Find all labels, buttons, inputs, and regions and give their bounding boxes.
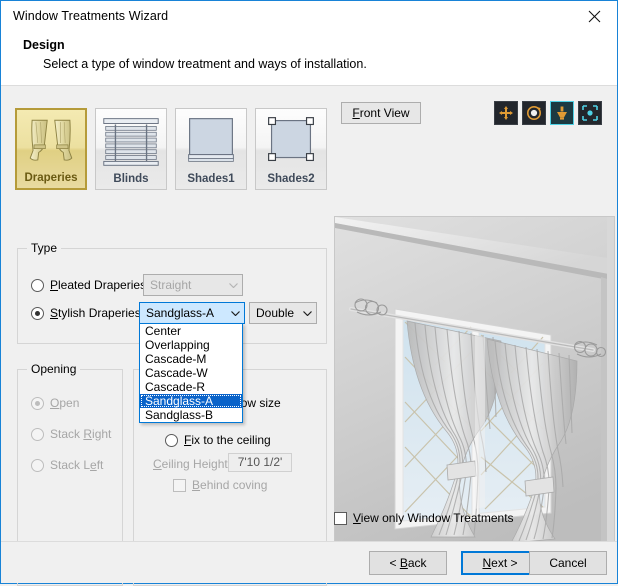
radio-fix-ceiling-label-rest: ix to the ceiling (191, 433, 271, 447)
wizard-window: Window Treatments Wizard Design Select a… (0, 0, 618, 586)
behind-coving-checkbox-box (173, 478, 186, 492)
tab-blinds[interactable]: Blinds (95, 108, 167, 190)
type-group-title: Type (27, 241, 62, 255)
checkbox-view-only-treatments[interactable]: View only Window Treatments (334, 511, 514, 525)
ceiling-height-input[interactable]: 7'10 1/2' (228, 453, 292, 472)
radio-open-label-rest: pen (59, 396, 80, 410)
back-button[interactable]: < Back (369, 551, 447, 575)
radio-stack-left-indicator (31, 458, 44, 472)
shades2-icon (268, 117, 314, 162)
zoom-extents-icon (582, 105, 598, 121)
title-bar: Window Treatments Wizard (1, 1, 617, 33)
radio-stack-right-label-b: ight (92, 427, 112, 441)
radio-stack-right-indicator (31, 427, 44, 441)
radio-pleated-draperies[interactable]: Pleated Draperies (31, 278, 146, 292)
radio-pleated-indicator (31, 278, 44, 292)
front-view-button[interactable]: Front View (341, 102, 421, 124)
orbit-icon (527, 106, 541, 120)
zoom-extents-tool-button[interactable] (578, 101, 602, 125)
chevron-down-icon (224, 282, 242, 288)
tab-shades2[interactable]: Shades2 (255, 108, 327, 190)
next-button[interactable]: Next > (461, 551, 539, 575)
radio-stack-right-label-a: Stack (50, 427, 84, 441)
view-only-label: iew only Window Treatments (360, 511, 514, 525)
radio-fix-ceiling[interactable]: Fix to the ceiling (165, 433, 271, 447)
radio-pleated-label-rest: leated Draperies (58, 278, 147, 292)
shades1-icon (188, 118, 234, 162)
radio-stack-left-label-b: ft (96, 458, 104, 472)
pleated-style-value: Straight (150, 278, 192, 292)
light-icon (557, 106, 567, 120)
layers-combo[interactable]: Double (249, 302, 317, 324)
behind-coving-label: ehind coving (200, 478, 268, 492)
close-button[interactable] (571, 1, 617, 32)
radio-stack-right[interactable]: Stack Right (31, 427, 111, 441)
cancel-button[interactable]: Cancel (529, 551, 607, 575)
dropdown-option-cascade-w[interactable]: Cascade-W (140, 366, 242, 380)
page-subtitle: Select a type of window treatment and wa… (43, 57, 367, 71)
back-label: ack (407, 556, 427, 570)
radio-stack-left-label-a: Stack L (50, 458, 91, 472)
tab-label-shades1: Shades1 (187, 173, 235, 185)
dropdown-option-overlapping[interactable]: Overlapping (140, 338, 242, 352)
stylish-style-value: Sandglass-A (146, 306, 215, 320)
dropdown-option-sandglass-a[interactable]: Sandglass-A (140, 394, 242, 408)
pan-tool-button[interactable] (494, 101, 518, 125)
tab-label-blinds: Blinds (113, 173, 149, 185)
treatment-type-tabs: Draperies Blinds Shades1 Shades2 (15, 108, 327, 193)
dropdown-option-sandglass-b[interactable]: Sandglass-B (140, 408, 242, 422)
stylish-style-combo[interactable]: Sandglass-A (139, 302, 245, 324)
tab-label-draperies: Draperies (24, 172, 78, 184)
close-icon (588, 10, 600, 23)
dialog-footer: < Back Next > Cancel (1, 542, 617, 583)
dialog-body: Draperies Blinds Shades1 Shades2 Type Pl… (1, 86, 617, 586)
page-title: Design (23, 38, 65, 52)
dropdown-option-center[interactable]: Center (140, 324, 242, 338)
checkbox-behind-coving[interactable]: Behind coving (173, 478, 267, 492)
radio-fix-ceiling-indicator (165, 433, 178, 447)
next-label: ext (491, 556, 508, 570)
draperies-icon (29, 119, 73, 161)
stylish-style-dropdown-list[interactable]: Center Overlapping Cascade-M Cascade-W C… (139, 323, 243, 423)
header: Design Select a type of window treatment… (1, 33, 617, 85)
radio-stylish-draperies[interactable]: Stylish Draperies (31, 306, 141, 320)
window-title: Window Treatments Wizard (13, 9, 169, 23)
radio-stylish-indicator (31, 306, 44, 320)
radio-open[interactable]: Open (31, 396, 79, 410)
front-view-label: ront View (359, 106, 410, 120)
pan-icon (499, 106, 513, 120)
radio-open-indicator (31, 396, 44, 410)
tab-draperies[interactable]: Draperies (15, 108, 87, 190)
view-only-checkbox-box (334, 511, 347, 525)
tab-shades1[interactable]: Shades1 (175, 108, 247, 190)
radio-stack-left[interactable]: Stack Left (31, 458, 103, 472)
orbit-tool-button[interactable] (522, 101, 546, 125)
tab-label-shades2: Shades2 (267, 173, 315, 185)
pleated-style-combo: Straight (143, 274, 243, 296)
opening-group-title: Opening (27, 362, 81, 376)
dropdown-option-cascade-r[interactable]: Cascade-R (140, 380, 242, 394)
radio-stylish-label-rest: tylish Draperies (58, 306, 141, 320)
dropdown-option-cascade-m[interactable]: Cascade-M (140, 352, 242, 366)
ceiling-height-label: eiling Height: (161, 457, 232, 471)
chevron-down-icon (226, 310, 244, 316)
chevron-down-icon (298, 310, 316, 316)
light-tool-button[interactable] (550, 101, 574, 125)
layers-value: Double (256, 306, 295, 320)
blinds-icon (103, 118, 159, 166)
